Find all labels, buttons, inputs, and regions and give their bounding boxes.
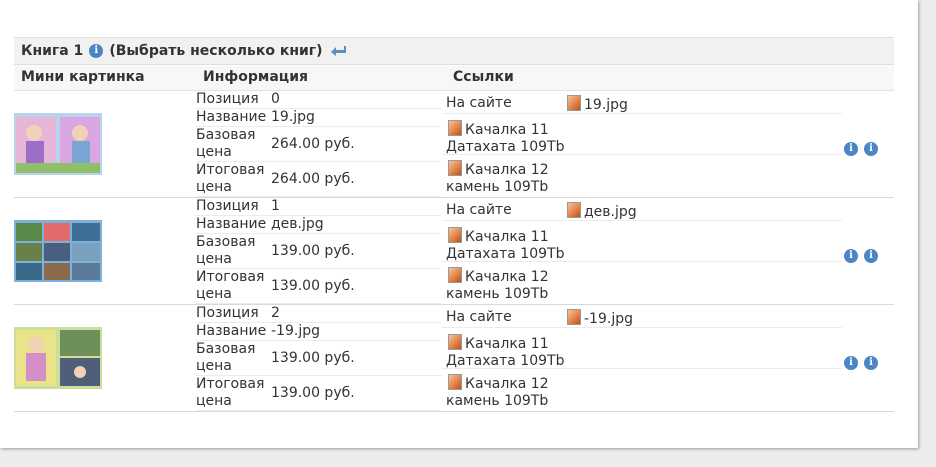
info-icon[interactable]: i bbox=[864, 356, 878, 370]
info-icon[interactable]: i bbox=[844, 249, 858, 263]
thumbnail-image[interactable] bbox=[14, 220, 102, 282]
image-file-icon bbox=[448, 120, 462, 136]
info-icon[interactable]: i bbox=[844, 142, 858, 156]
info-name: Название 19.jpg bbox=[196, 109, 441, 127]
select-multiple-books[interactable]: (Выбрать несколько книг) bbox=[109, 43, 322, 59]
info-final-price: Итоговая цена 264.00 руб. bbox=[196, 162, 441, 197]
download-link[interactable]: Качалка 12 камень 109Tb bbox=[442, 262, 842, 303]
info-icon[interactable]: i bbox=[864, 249, 878, 263]
column-header-info: Информация bbox=[203, 69, 308, 85]
column-headers: Мини картинка Информация Ссылки bbox=[14, 66, 894, 91]
row-actions: ii bbox=[844, 136, 884, 156]
table-row: Позиция 2 Название -19.jpg Базовая цена … bbox=[14, 305, 894, 412]
thumbnail-image[interactable] bbox=[14, 327, 102, 389]
book-header: Книга 1 i (Выбрать несколько книг) bbox=[14, 37, 894, 65]
info-final-price: Итоговая цена 139.00 руб. bbox=[196, 376, 441, 411]
download-link[interactable]: Качалка 11 Датахата 109Tb bbox=[442, 222, 842, 262]
book-title: Книга 1 bbox=[21, 43, 84, 59]
on-site-label: На сайте bbox=[446, 95, 512, 111]
info-base-price: Базовая цена 139.00 руб. bbox=[196, 234, 441, 269]
link-on-site: На сайте 19.jpg bbox=[442, 93, 842, 114]
on-site-file-link[interactable]: -19.jpg bbox=[567, 309, 633, 327]
image-file-icon bbox=[448, 374, 462, 390]
info-position: Позиция 1 bbox=[196, 198, 441, 216]
image-file-icon bbox=[448, 227, 462, 243]
row-actions: ii bbox=[844, 243, 884, 263]
download-link[interactable]: Качалка 12 камень 109Tb bbox=[442, 369, 842, 410]
info-base-price: Базовая цена 139.00 руб. bbox=[196, 341, 441, 376]
image-file-icon bbox=[448, 334, 462, 350]
on-site-file-link[interactable]: 19.jpg bbox=[567, 95, 628, 113]
download-link[interactable]: Качалка 11 Датахата 109Tb bbox=[442, 115, 842, 155]
info-position: Позиция 2 bbox=[196, 305, 441, 323]
table-row: Позиция 0 Название 19.jpg Базовая цена 2… bbox=[14, 91, 894, 198]
image-file-icon bbox=[448, 160, 462, 176]
download-link[interactable]: Качалка 11 Датахата 109Tb bbox=[442, 329, 842, 369]
image-file-icon bbox=[448, 267, 462, 283]
info-name: Название дев.jpg bbox=[196, 216, 441, 234]
image-file-icon bbox=[567, 95, 581, 111]
info-base-price: Базовая цена 264.00 руб. bbox=[196, 127, 441, 162]
link-on-site: На сайте дев.jpg bbox=[442, 200, 842, 221]
link-on-site: На сайте -19.jpg bbox=[442, 307, 842, 328]
info-icon[interactable]: i bbox=[844, 356, 858, 370]
download-link[interactable]: Качалка 12 камень 109Tb bbox=[442, 155, 842, 196]
on-site-label: На сайте bbox=[446, 309, 512, 325]
info-icon[interactable]: i bbox=[864, 142, 878, 156]
column-header-thumb: Мини картинка bbox=[21, 69, 145, 85]
on-site-label: На сайте bbox=[446, 202, 512, 218]
row-actions: ii bbox=[844, 350, 884, 370]
info-position: Позиция 0 bbox=[196, 91, 441, 109]
image-file-icon bbox=[567, 309, 581, 325]
thumbnail-image[interactable] bbox=[14, 113, 102, 175]
book-panel: Книга 1 i (Выбрать несколько книг) Мини … bbox=[0, 0, 918, 448]
on-site-file-link[interactable]: дев.jpg bbox=[567, 202, 637, 220]
table-row: Позиция 1 Название дев.jpg Базовая цена … bbox=[14, 198, 894, 305]
info-name: Название -19.jpg bbox=[196, 323, 441, 341]
column-header-links: Ссылки bbox=[453, 69, 514, 85]
image-file-icon bbox=[567, 202, 581, 218]
info-final-price: Итоговая цена 139.00 руб. bbox=[196, 269, 441, 304]
info-icon[interactable]: i bbox=[89, 44, 104, 58]
return-arrow-icon[interactable] bbox=[329, 44, 347, 58]
